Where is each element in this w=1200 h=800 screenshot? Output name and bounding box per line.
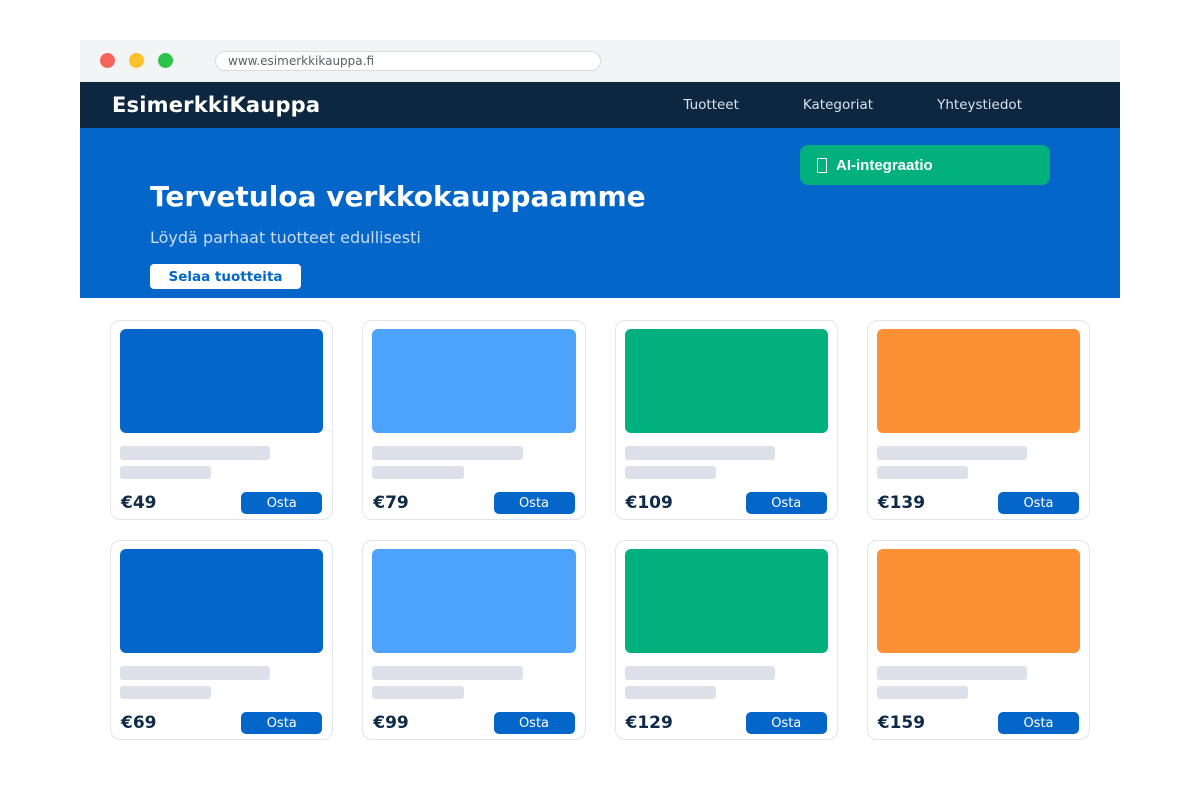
ai-integration-badge-label: AI-integraatio <box>836 157 933 174</box>
product-title-placeholder <box>625 446 775 460</box>
product-title-placeholder <box>877 666 1027 680</box>
product-title-placeholder <box>372 666 522 680</box>
buy-button[interactable]: Osta <box>998 712 1079 734</box>
product-price: €99 <box>373 713 409 733</box>
product-card-footer: €109 Osta <box>625 492 828 514</box>
buy-button[interactable]: Osta <box>746 492 827 514</box>
product-subtitle-placeholder <box>120 466 211 479</box>
traffic-lights <box>100 53 173 68</box>
browser-window: EsimerkkiKauppa Tuotteet Kategoriat Yhte… <box>80 40 1120 740</box>
product-subtitle-placeholder <box>372 466 463 479</box>
nav-item-yhteystiedot[interactable]: Yhteystiedot <box>937 97 1022 113</box>
product-card: €49 Osta <box>110 320 333 520</box>
product-price: €159 <box>878 713 925 733</box>
buy-button[interactable]: Osta <box>241 492 322 514</box>
product-title-placeholder <box>120 666 270 680</box>
product-card: €129 Osta <box>615 540 838 740</box>
url-input[interactable] <box>215 51 601 71</box>
product-card: €69 Osta <box>110 540 333 740</box>
hero-subtitle: Löydä parhaat tuotteet edullisesti <box>150 228 646 247</box>
product-image-placeholder <box>120 549 323 653</box>
product-price: €109 <box>626 493 673 513</box>
missing-glyph-icon <box>817 158 827 173</box>
minimize-window-button[interactable] <box>129 53 144 68</box>
product-price: €49 <box>121 493 157 513</box>
product-card: €159 Osta <box>867 540 1090 740</box>
main-nav: Tuotteet Kategoriat Yhteystiedot <box>683 97 1022 113</box>
product-title-placeholder <box>625 666 775 680</box>
product-title-placeholder <box>372 446 522 460</box>
product-title-placeholder <box>120 446 270 460</box>
ai-integration-badge[interactable]: AI-integraatio <box>800 145 1050 185</box>
nav-item-tuotteet[interactable]: Tuotteet <box>683 97 739 113</box>
page: EsimerkkiKauppa Tuotteet Kategoriat Yhte… <box>0 0 1200 800</box>
product-card-footer: €129 Osta <box>625 712 828 734</box>
product-image-placeholder <box>372 549 575 653</box>
site-header: EsimerkkiKauppa Tuotteet Kategoriat Yhte… <box>80 82 1120 128</box>
product-card-footer: €79 Osta <box>372 492 575 514</box>
product-subtitle-placeholder <box>625 686 716 699</box>
buy-button[interactable]: Osta <box>746 712 827 734</box>
hero-section: Tervetuloa verkkokauppaamme Löydä parhaa… <box>80 128 1120 298</box>
product-price: €79 <box>373 493 409 513</box>
site-logo: EsimerkkiKauppa <box>112 93 320 117</box>
product-image-placeholder <box>625 329 828 433</box>
product-card: €79 Osta <box>362 320 585 520</box>
zoom-window-button[interactable] <box>158 53 173 68</box>
buy-button[interactable]: Osta <box>494 492 575 514</box>
browse-products-button[interactable]: Selaa tuotteita <box>150 264 301 289</box>
product-title-placeholder <box>877 446 1027 460</box>
close-window-button[interactable] <box>100 53 115 68</box>
product-subtitle-placeholder <box>120 686 211 699</box>
nav-item-kategoriat[interactable]: Kategoriat <box>803 97 873 113</box>
buy-button[interactable]: Osta <box>494 712 575 734</box>
product-price: €69 <box>121 713 157 733</box>
product-subtitle-placeholder <box>877 466 968 479</box>
product-image-placeholder <box>120 329 323 433</box>
product-card: €139 Osta <box>867 320 1090 520</box>
product-price: €129 <box>626 713 673 733</box>
product-price: €139 <box>878 493 925 513</box>
product-card-footer: €69 Osta <box>120 712 323 734</box>
product-card-footer: €159 Osta <box>877 712 1080 734</box>
buy-button[interactable]: Osta <box>241 712 322 734</box>
buy-button[interactable]: Osta <box>998 492 1079 514</box>
product-card-footer: €139 Osta <box>877 492 1080 514</box>
product-image-placeholder <box>372 329 575 433</box>
product-card-footer: €49 Osta <box>120 492 323 514</box>
product-image-placeholder <box>625 549 828 653</box>
browser-chrome <box>80 40 1120 82</box>
product-image-placeholder <box>877 549 1080 653</box>
product-image-placeholder <box>877 329 1080 433</box>
product-subtitle-placeholder <box>625 466 716 479</box>
hero-content: Tervetuloa verkkokauppaamme Löydä parhaa… <box>150 180 646 289</box>
product-card: €109 Osta <box>615 320 838 520</box>
product-grid: €49 Osta €79 Osta €109 <box>80 298 1120 740</box>
product-card: €99 Osta <box>362 540 585 740</box>
product-card-footer: €99 Osta <box>372 712 575 734</box>
product-subtitle-placeholder <box>372 686 463 699</box>
product-subtitle-placeholder <box>877 686 968 699</box>
hero-title: Tervetuloa verkkokauppaamme <box>150 180 646 213</box>
